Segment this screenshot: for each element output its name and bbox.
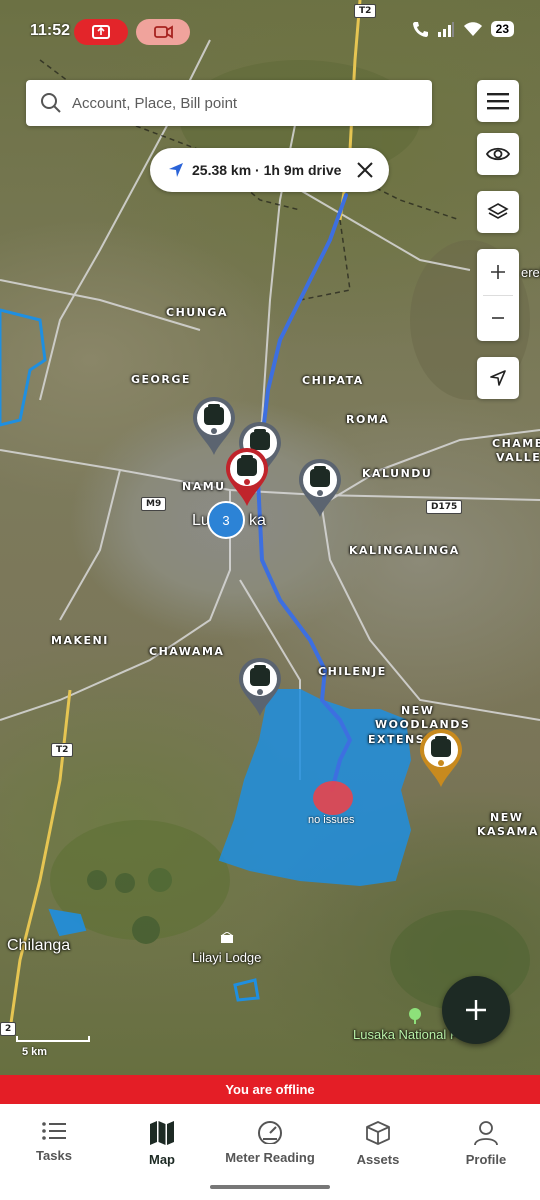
screen-share-icon (92, 25, 110, 39)
road-shield: T2 (51, 743, 74, 757)
park-icon (409, 1008, 421, 1024)
place-label: CHUNGA (166, 306, 228, 319)
person-icon (474, 1121, 498, 1146)
navigation-arrow-icon (490, 370, 506, 386)
place-label: NEW (401, 704, 435, 717)
signal-icon (437, 22, 454, 37)
issue-marker[interactable] (313, 781, 353, 815)
place-label: erei (521, 265, 540, 280)
battery-level: 23 (490, 21, 514, 37)
zoom-in-button[interactable] (477, 249, 519, 295)
road-shield: D175 (426, 500, 463, 514)
place-label: Chilanga (7, 937, 71, 954)
search-bar[interactable] (26, 80, 432, 126)
my-location-button[interactable] (477, 357, 519, 399)
map-scale: 5 km (16, 1036, 90, 1058)
gauge-icon (258, 1121, 282, 1144)
place-label: Lilayi Lodge (192, 950, 262, 965)
nav-tasks[interactable]: Tasks (0, 1104, 108, 1200)
place-label: ka (249, 512, 266, 529)
asset-marker-selected[interactable] (223, 446, 271, 508)
place-label: NAMU (182, 480, 226, 493)
place-label: KASAMA (477, 825, 539, 838)
place-label: KALUNDU (362, 467, 433, 480)
nav-label: Tasks (36, 1148, 72, 1163)
route-summary: 25.38 km · 1h 9m drive (192, 162, 342, 178)
route-summary-chip[interactable]: 25.38 km · 1h 9m drive (150, 148, 389, 192)
road-shield: 2 (0, 1022, 17, 1036)
place-label: Lusaka National P (353, 1027, 459, 1042)
place-label: CHAMB (492, 437, 540, 450)
place-label: CHIPATA (302, 374, 364, 387)
status-time: 11:52 (30, 22, 71, 39)
zoom-out-button[interactable] (477, 295, 519, 341)
search-icon (41, 93, 61, 113)
place-label: MAKENI (51, 634, 109, 647)
menu-button[interactable] (477, 80, 519, 122)
asset-marker-grey[interactable] (296, 457, 344, 519)
place-label: NEW (490, 811, 524, 824)
nav-label: Map (149, 1152, 175, 1167)
road-shield: M9 (141, 497, 167, 511)
home-indicator (210, 1185, 330, 1189)
place-label: GEORGE (131, 373, 191, 386)
layers-icon (487, 203, 509, 219)
nav-profile[interactable]: Profile (432, 1104, 540, 1200)
screen-record-indicator (74, 19, 128, 45)
status-bar: 11:52 23 (0, 0, 540, 64)
issue-label: no issues (308, 814, 355, 826)
close-icon[interactable] (355, 160, 375, 180)
hamburger-icon (487, 93, 509, 110)
plus-icon (466, 1000, 486, 1020)
call-icon (412, 22, 428, 37)
cube-icon (366, 1121, 390, 1145)
place-label: CHILENJE (318, 665, 387, 678)
navigation-icon (169, 163, 183, 177)
place-label: CHAWAMA (149, 645, 225, 658)
asset-marker-grey[interactable] (236, 656, 284, 718)
camera-indicator (136, 19, 190, 45)
layers-button[interactable] (477, 191, 519, 233)
nav-map[interactable]: Map (108, 1104, 216, 1200)
video-icon (154, 25, 173, 39)
plus-icon (491, 265, 505, 279)
place-label: VALLE (496, 451, 540, 464)
add-button[interactable] (442, 976, 510, 1044)
visibility-button[interactable] (477, 133, 519, 175)
nav-label: Assets (356, 1152, 400, 1167)
place-label: ROMA (346, 413, 390, 426)
lodge-icon (220, 932, 234, 943)
eye-icon (486, 147, 510, 161)
wifi-icon (463, 22, 482, 36)
asset-marker-gold[interactable] (417, 727, 465, 789)
nav-label: Profile (465, 1152, 507, 1167)
offline-banner: You are offline (0, 1075, 540, 1104)
minus-icon (492, 317, 504, 319)
map-icon (150, 1121, 174, 1145)
marker-cluster[interactable]: 3 (207, 501, 245, 539)
zoom-controls (477, 249, 519, 341)
search-input[interactable] (72, 94, 402, 112)
nav-assets[interactable]: Assets (324, 1104, 432, 1200)
place-label: KALINGALINGA (349, 544, 460, 557)
nav-label: Meter Reading (225, 1150, 315, 1165)
list-icon (42, 1122, 66, 1140)
